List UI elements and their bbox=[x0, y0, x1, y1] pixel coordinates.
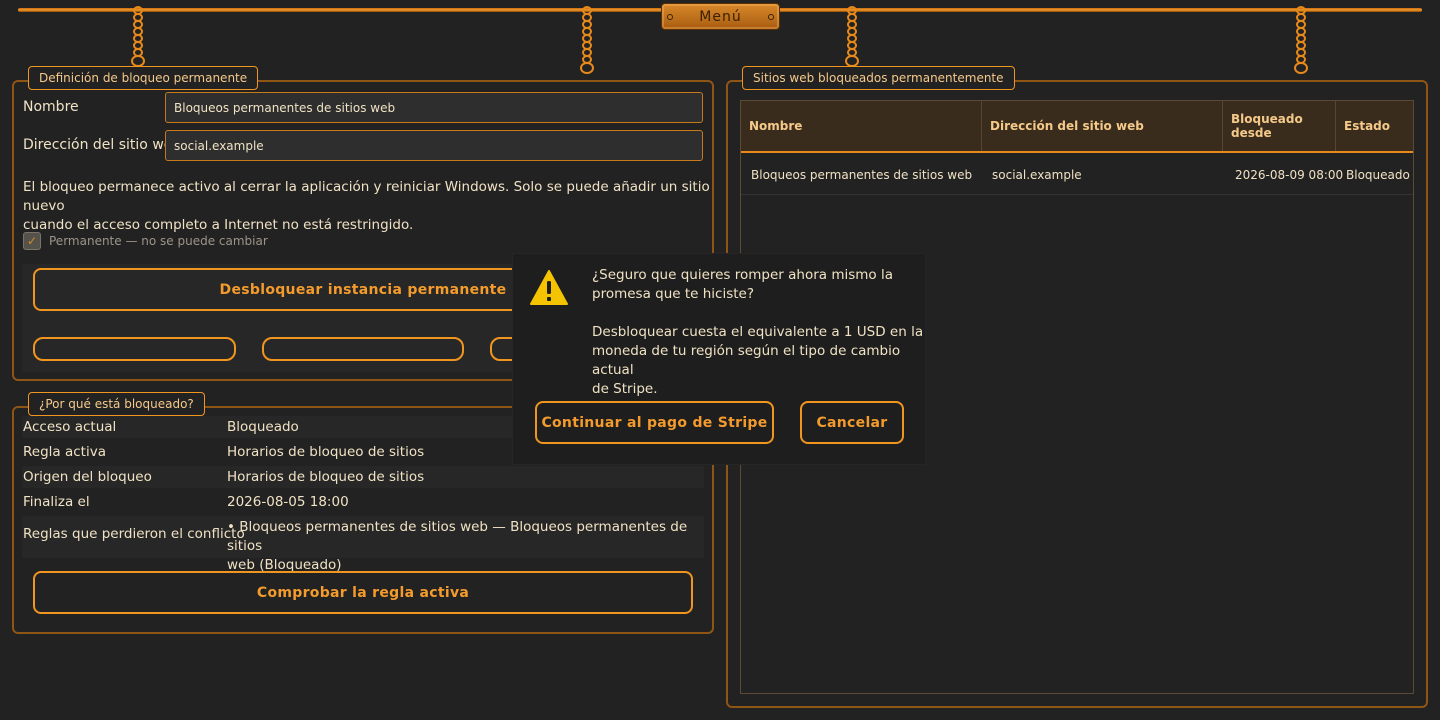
lost-rules-key: Reglas que perdieron el conflicto bbox=[23, 526, 245, 542]
action-button-2[interactable] bbox=[262, 337, 464, 361]
column-header-status[interactable]: Estado bbox=[1336, 101, 1413, 151]
info-text: El bloqueo permanece activo al cerrar la… bbox=[23, 179, 710, 233]
lost-rules-value: • Bloqueos permanentes de sitios web — B… bbox=[227, 519, 688, 573]
cancel-button[interactable]: Cancelar bbox=[800, 401, 904, 444]
chain-decoration bbox=[131, 6, 145, 67]
ends-at-value: 2026-08-05 18:00 bbox=[227, 494, 349, 510]
chain-decoration bbox=[845, 6, 859, 67]
url-field[interactable]: social.example bbox=[165, 130, 703, 161]
table-header: Nombre Dirección del sitio web Bloqueado… bbox=[741, 101, 1413, 153]
check-active-rule-button[interactable]: Comprobar la regla activa bbox=[33, 571, 693, 614]
dialog-cost-text: Desbloquear cuesta el equivalente a 1 US… bbox=[592, 324, 924, 397]
menu-button[interactable]: Menú bbox=[661, 3, 780, 30]
column-header-name[interactable]: Nombre bbox=[741, 101, 982, 151]
current-access-value: Bloqueado bbox=[227, 419, 299, 435]
current-access-key: Acceso actual bbox=[23, 419, 117, 435]
why-blocked-panel-title: ¿Por qué está bloqueado? bbox=[28, 392, 205, 416]
column-header-url[interactable]: Dirección del sitio web bbox=[982, 101, 1223, 151]
column-header-blocked-since[interactable]: Bloqueado desde bbox=[1223, 101, 1336, 151]
ends-at-key: Finaliza el bbox=[23, 494, 90, 510]
name-field[interactable]: Bloqueos permanentes de sitios web bbox=[165, 92, 703, 123]
dialog-question: ¿Seguro que quieres romper ahora mismo l… bbox=[592, 267, 894, 302]
active-rule-value: Horarios de bloqueo de sitios bbox=[227, 444, 425, 460]
nail-icon bbox=[768, 14, 774, 20]
blocked-sites-panel-title: Sitios web bloqueados permanentemente bbox=[742, 66, 1015, 90]
continue-to-stripe-button[interactable]: Continuar al pago de Stripe bbox=[535, 401, 774, 444]
block-origin-value: Horarios de bloqueo de sitios bbox=[227, 469, 425, 485]
cell-status: Bloqueado bbox=[1346, 168, 1410, 182]
confirm-unlock-dialog: ¿Seguro que quieres romper ahora mismo l… bbox=[513, 254, 925, 464]
permanent-checkbox[interactable]: ✓ bbox=[23, 232, 41, 250]
definition-panel-title: Definición de bloqueo permanente bbox=[28, 66, 259, 90]
name-label: Nombre bbox=[23, 99, 79, 115]
url-label: Dirección del sitio web bbox=[23, 137, 182, 153]
action-button-1[interactable] bbox=[33, 337, 236, 361]
permanent-label: Permanente — no se puede cambiar bbox=[49, 234, 268, 248]
table-row[interactable]: Bloqueos permanentes de sitios web socia… bbox=[741, 155, 1413, 195]
warning-icon bbox=[530, 270, 568, 305]
block-origin-key: Origen del bloqueo bbox=[23, 469, 152, 485]
active-rule-key: Regla activa bbox=[23, 444, 106, 460]
nail-icon bbox=[667, 14, 673, 20]
chain-decoration bbox=[1294, 6, 1308, 74]
chain-decoration bbox=[580, 6, 594, 74]
cell-blocked-since: 2026-08-09 08:00 bbox=[1235, 168, 1344, 182]
cell-url: social.example bbox=[992, 168, 1082, 182]
cell-name: Bloqueos permanentes de sitios web bbox=[751, 168, 973, 182]
menu-label: Menú bbox=[699, 8, 742, 25]
